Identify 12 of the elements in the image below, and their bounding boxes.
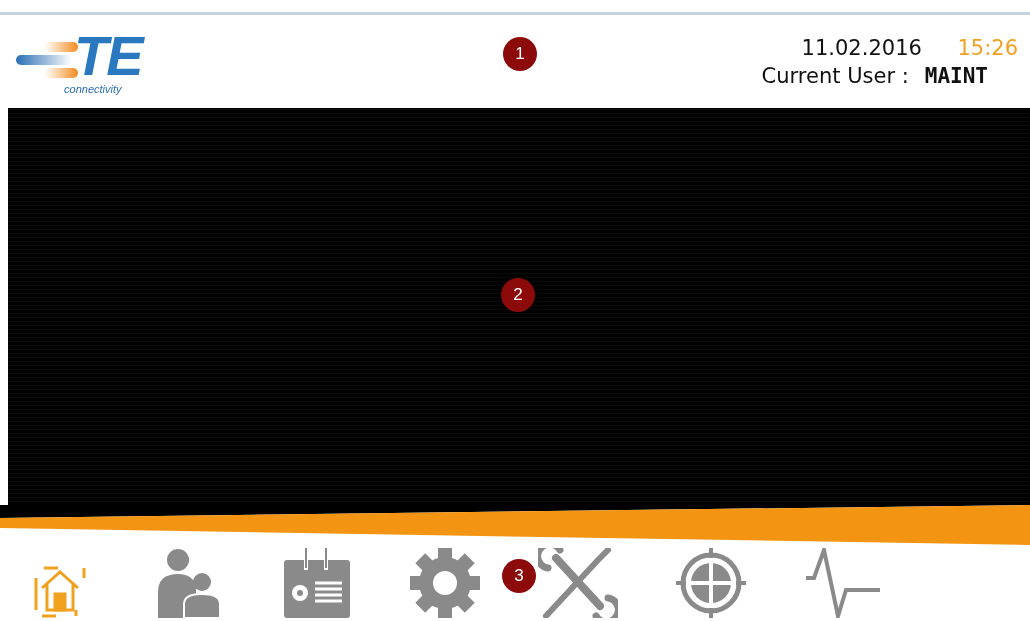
user-label: Current User :	[761, 63, 909, 88]
crosshair-icon[interactable]	[676, 548, 746, 618]
settings-icon[interactable]	[410, 548, 480, 618]
calendar-gear-icon[interactable]	[282, 548, 352, 618]
wrench-screwdriver-icon[interactable]	[538, 548, 618, 618]
callout-marker: 1	[503, 37, 537, 71]
logo-tagline: connectivity	[64, 82, 122, 95]
user-name: MAINT	[924, 63, 988, 88]
time-text: 15:26	[957, 35, 1018, 60]
callout-marker: 2	[501, 278, 535, 312]
callout-marker: 3	[502, 559, 536, 593]
date-text: 11.02.2016	[801, 35, 922, 60]
